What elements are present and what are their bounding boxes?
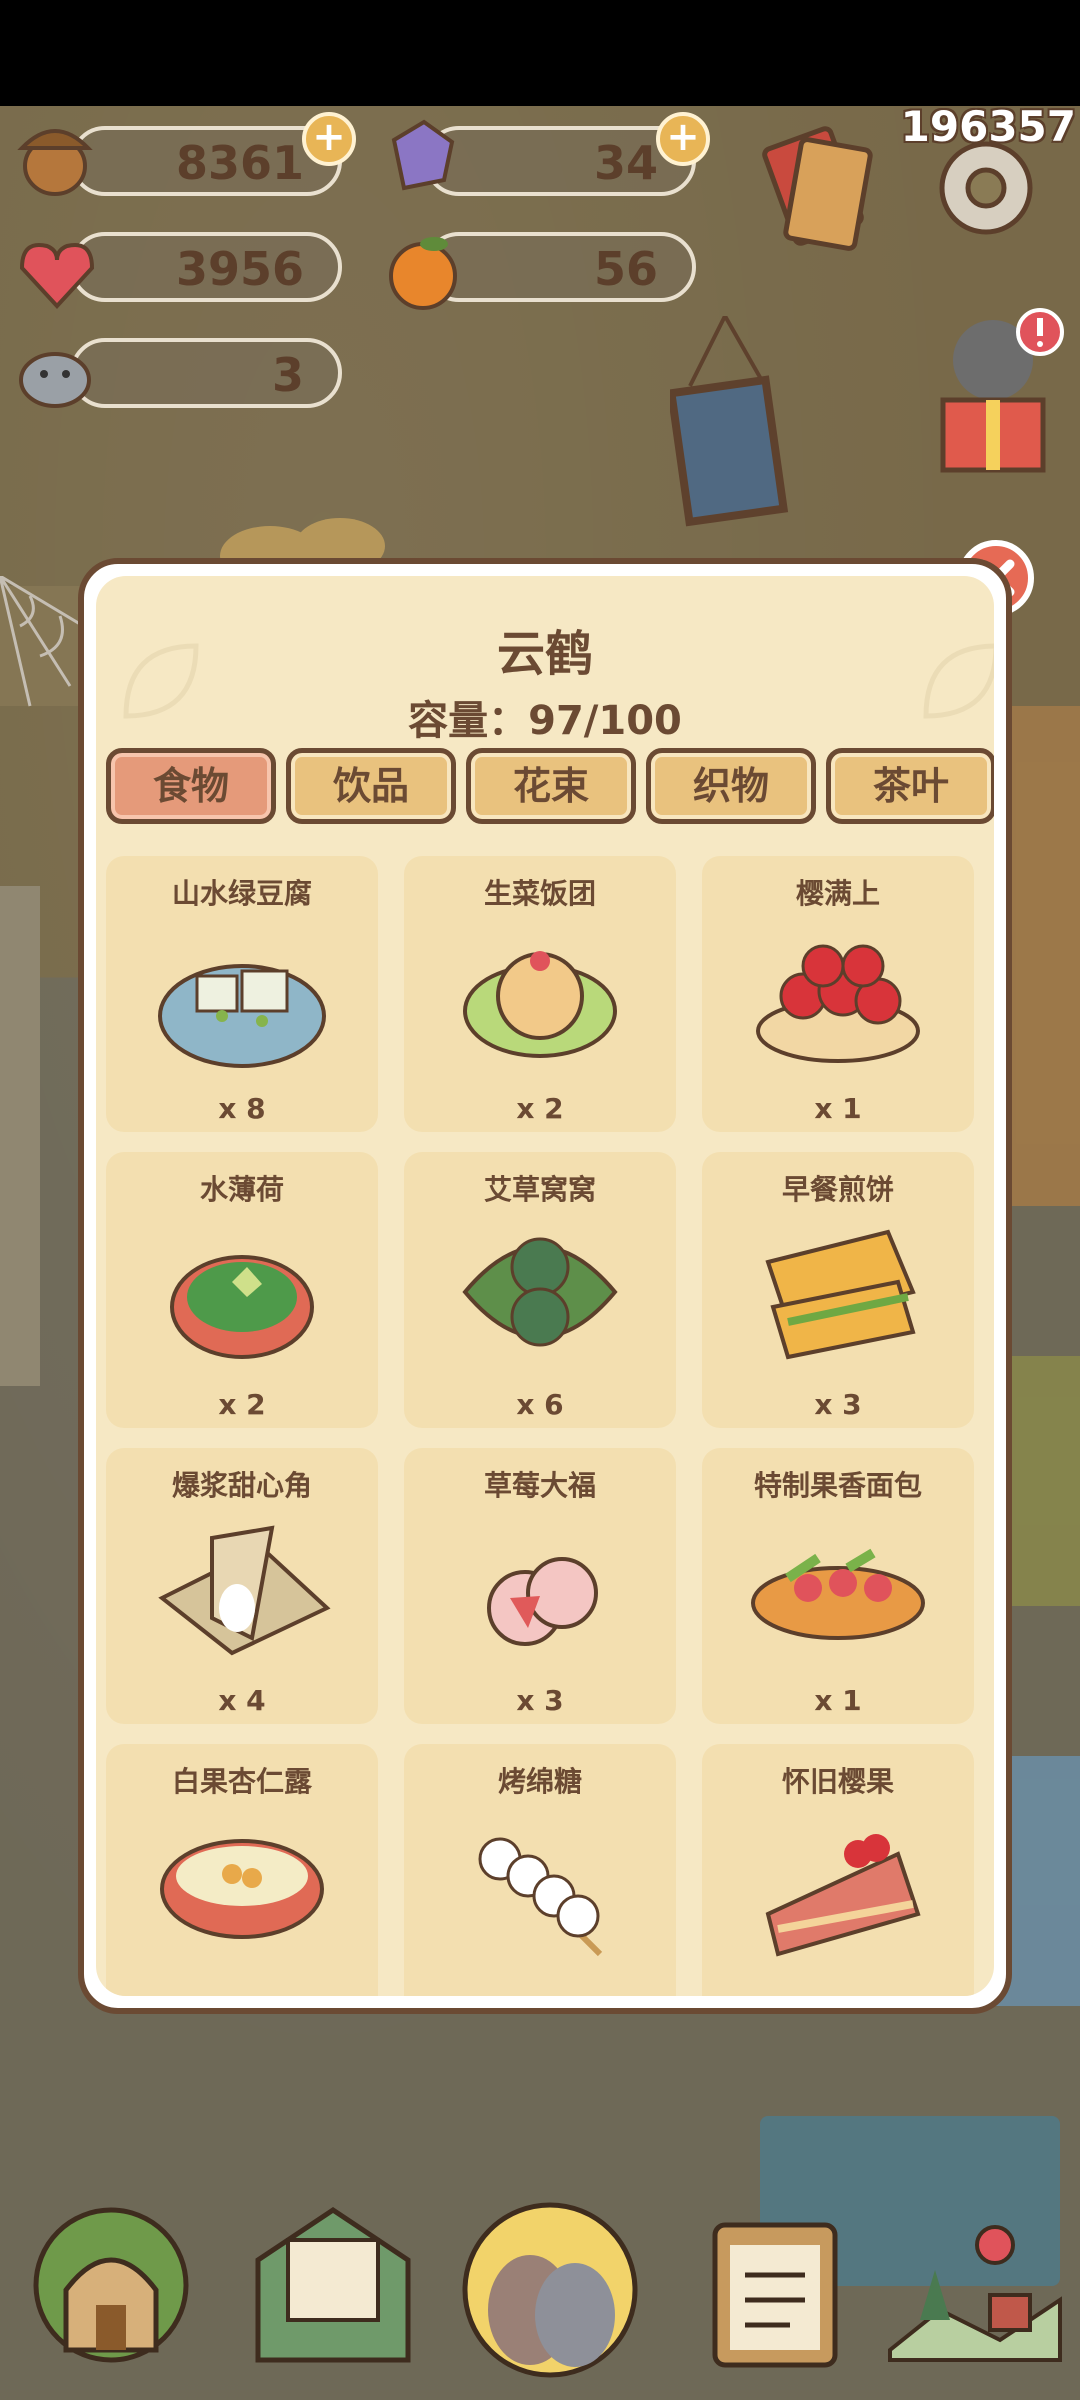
panel-title: 云鹤	[496, 626, 593, 682]
item-card[interactable]: 艾草窝窝 x 6	[404, 1152, 676, 1428]
item-card[interactable]: 草莓大福 x 3	[404, 1448, 676, 1724]
heart-icon	[19, 243, 95, 309]
item-card[interactable]: 烤绵糖	[404, 1744, 676, 1996]
bird-icon	[19, 352, 91, 408]
inventory-panel: 云鹤 容量：97/100 食物 饮品 花束 织物 茶叶 山水绿豆腐 x 8 生菜…	[78, 558, 1012, 2014]
item-card[interactable]: 特制果香面包 x 1	[702, 1448, 974, 1724]
item-card[interactable]: 水薄荷 x 2	[106, 1152, 378, 1428]
settings-gear-icon[interactable]	[926, 128, 1046, 248]
panel-body: 云鹤 容量：97/100 食物 饮品 花束 织物 茶叶 山水绿豆腐 x 8 生菜…	[96, 576, 994, 1996]
item-card[interactable]: 白果杏仁露	[106, 1744, 378, 1996]
orange-icon	[389, 237, 457, 310]
orange-counter: 56	[389, 232, 696, 310]
item-card[interactable]: 山水绿豆腐 x 8	[106, 856, 378, 1132]
breakfast-pancake-icon	[765, 1229, 916, 1360]
rice-ball-icon	[463, 951, 617, 1058]
cards-icon[interactable]	[748, 126, 878, 256]
mugwort-bun-icon	[462, 1237, 618, 1347]
house-icon[interactable]	[26, 2200, 196, 2370]
fruit-bread-icon	[751, 1548, 925, 1640]
tab-drinks[interactable]: 饮品	[286, 748, 456, 824]
add-acorns-button[interactable]: +	[302, 112, 356, 166]
tab-fabrics[interactable]: 织物	[646, 748, 816, 824]
gift-icon[interactable]	[918, 300, 1068, 490]
bottom-nav	[0, 2190, 1080, 2400]
status-bar	[0, 0, 1080, 106]
mail-icon[interactable]	[248, 2200, 418, 2370]
item-card[interactable]: 生菜饭团 x 2	[404, 856, 676, 1132]
clipboard-icon[interactable]	[690, 2200, 860, 2370]
cherry-tart-icon	[756, 944, 920, 1063]
tofu-dish-icon	[158, 964, 326, 1068]
gem-icon	[391, 119, 455, 191]
capacity-label: 容量：97/100	[408, 698, 682, 744]
item-card[interactable]: 爆浆甜心角 x 4	[106, 1448, 378, 1724]
category-tabs: 食物 饮品 花束 织物 茶叶	[106, 748, 994, 830]
birds-icon[interactable]	[460, 2200, 640, 2380]
heart-counter: 3956	[19, 232, 342, 309]
cherry-cake-icon	[765, 1834, 921, 1957]
item-card[interactable]: 樱满上 x 1	[702, 856, 974, 1132]
tab-bouquets[interactable]: 花束	[466, 748, 636, 824]
item-card[interactable]: 怀旧樱果	[702, 1744, 974, 1996]
acorn-counter: 8361 +	[17, 112, 356, 196]
item-card[interactable]: 早餐煎饼 x 3	[702, 1152, 974, 1428]
tab-tea[interactable]: 茶叶	[826, 748, 994, 824]
strawberry-daifuku-icon	[487, 1557, 598, 1646]
acorn-icon	[17, 129, 93, 196]
add-gems-button[interactable]: +	[656, 112, 710, 166]
toasted-marshmallow-icon	[478, 1837, 603, 1957]
bird-counter: 3	[19, 338, 342, 408]
almond-soup-icon	[160, 1839, 324, 1939]
tab-food[interactable]: 食物	[106, 748, 276, 824]
mint-soup-icon	[170, 1255, 314, 1359]
gem-counter: 34 +	[391, 112, 710, 196]
map-icon[interactable]	[880, 2200, 1070, 2370]
sweet-pastry-icon	[158, 1525, 331, 1656]
